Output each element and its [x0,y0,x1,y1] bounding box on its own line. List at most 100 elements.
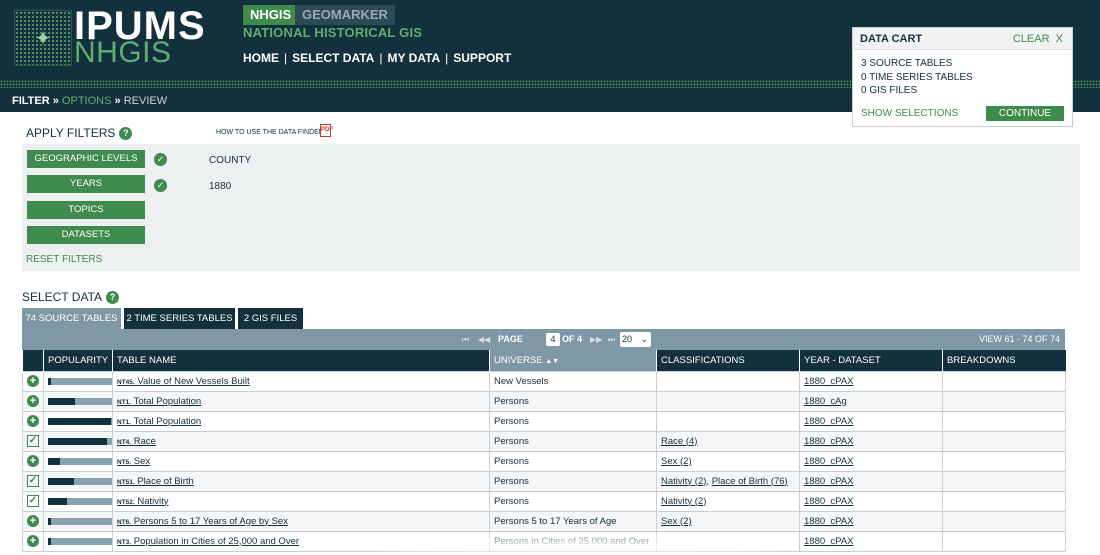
table-name-link[interactable]: NT51. Place of Birth [117,476,194,487]
page-number-input[interactable]: 4 [546,333,560,346]
nav-support[interactable]: SUPPORT [453,51,511,65]
col-breakdowns[interactable]: BREAKDOWNS [942,350,1066,371]
col-universe[interactable]: UNIVERSE ▲▼ [489,350,657,371]
classification-link[interactable]: Place of Birth (76) [712,476,788,487]
cart-time-series: 0 TIME SERIES TABLES [861,71,973,83]
popularity-fill [48,517,52,525]
geographic-levels-button[interactable]: GEOGRAPHIC LEVELS [27,150,145,168]
nav-my-data[interactable]: MY DATA [387,51,440,65]
site-subtitle: NATIONAL HISTORICAL GIS [243,25,423,40]
table-code: NT52. [117,498,135,506]
add-to-cart-icon[interactable]: + [27,455,39,467]
row-action: + [22,370,44,392]
col-popularity[interactable]: POPULARITY [43,350,113,371]
datasets-button[interactable]: DATASETS [27,226,145,244]
table-name-link[interactable]: NT3. Population in Cities of 25,000 and … [117,536,299,547]
table-title: Place of Birth [137,475,194,487]
add-to-cart-icon[interactable]: + [27,375,39,387]
view-range: VIEW 61 - 74 OF 74 [978,334,1060,344]
checked-checkbox-icon[interactable]: ✓ [27,435,39,447]
popularity-cell [43,410,113,432]
table-name-link[interactable]: NT1. Total Population [117,416,201,427]
table-name-link[interactable]: NT5. Sex [117,456,150,467]
crumb-filter[interactable]: FILTER [12,95,50,107]
classification-link[interactable]: Race (4) [661,436,697,447]
cart-summary: 3 SOURCE TABLES 0 TIME SERIES TABLES 0 G… [853,50,1072,98]
crumb-options[interactable]: OPTIONS [62,95,112,107]
scroll-fade [380,535,780,555]
tab-nhgis[interactable]: NHGIS [243,5,299,25]
dataset-link[interactable]: 1880_cPAX [804,436,853,447]
reset-filters-link[interactable]: RESET FILTERS [26,254,102,265]
crumb-review[interactable]: REVIEW [124,95,167,107]
checked-checkbox-icon[interactable]: ✓ [27,495,39,507]
close-icon[interactable]: X [1056,33,1063,45]
help-icon[interactable]: ? [106,291,120,304]
dataset-cell: 1880_cPAX [799,430,943,452]
classification-link[interactable]: Sex (2) [661,456,692,467]
col-year-dataset[interactable]: YEAR - DATASET [799,350,943,371]
dataset-link[interactable]: 1880_cAg [804,396,847,407]
dataset-link[interactable]: 1880_cPAX [804,536,853,547]
table-name-link[interactable]: NT6. Persons 5 to 17 Years of Age by Sex [117,516,288,527]
classification-link[interactable]: Nativity (2) [661,496,706,507]
dataset-link[interactable]: 1880_cPAX [804,496,853,507]
next-page-icon[interactable]: ▶▶ [590,329,602,350]
table-row: + NT1. Total Population Persons 1880_cPAX [22,410,1066,432]
table-title: Persons 5 to 17 Years of Age by Sex [133,515,288,527]
topics-button[interactable]: TOPICS [27,201,145,219]
years-button[interactable]: YEARS [27,175,145,193]
show-selections-link[interactable]: SHOW SELECTIONS [861,108,958,119]
nhgis-logo-text[interactable]: NHGIS [74,36,172,70]
tab-gis-files[interactable]: 2 GIS FILES [238,308,303,329]
tab-time-series-tables[interactable]: 2 TIME SERIES TABLES [124,308,235,329]
table-row: + NT1. Total Population Persons 1880_cAg [22,390,1066,412]
last-page-icon[interactable]: ⏭ [608,329,615,350]
classification-link[interactable]: Nativity (2) [661,476,706,487]
first-page-icon[interactable]: ⏮ [462,329,469,350]
dataset-cell: 1880_cPAX [799,410,943,432]
table-name-link[interactable]: NT4. Race [117,436,156,447]
breakdowns-cell [942,410,1066,432]
pdf-icon[interactable]: PDF [320,124,333,137]
add-to-cart-icon[interactable]: + [27,515,39,527]
table-row: + NT45. Value of New Vessels Built New Ves… [22,370,1066,392]
table-title: Total Population [133,395,202,407]
popularity-cell [43,510,113,532]
tab-source-tables[interactable]: 74 SOURCE TABLES [22,308,121,329]
popularity-bar [48,457,112,465]
help-icon[interactable]: ? [119,127,133,140]
col-classifications[interactable]: CLASSIFICATIONS [656,350,800,371]
breakdowns-cell [942,370,1066,392]
data-finder-help-link[interactable]: HOW TO USE THE DATA FINDER [216,129,324,136]
table-row: ✓ NT52. Nativity Persons Nativity (2) 1880_c… [22,490,1066,512]
col-table-name[interactable]: TABLE NAME [112,350,490,371]
cart-clear-button[interactable]: CLEAR [1013,33,1050,45]
dataset-link[interactable]: 1880_cPAX [804,456,853,467]
tab-geomarker[interactable]: GEOMARKER [295,5,395,25]
table-name-link[interactable]: NT52. Nativity [117,496,169,507]
universe-cell: Persons [489,410,657,432]
dataset-cell: 1880_cAg [799,390,943,412]
popularity-fill [48,377,51,385]
universe-cell: Persons [489,390,657,412]
checked-checkbox-icon[interactable]: ✓ [27,475,39,487]
nav-select-data[interactable]: SELECT DATA [292,51,374,65]
prev-page-icon[interactable]: ◀◀ [478,329,490,350]
add-to-cart-icon[interactable]: + [27,395,39,407]
dataset-link[interactable]: 1880_cPAX [804,476,853,487]
dataset-link[interactable]: 1880_cPAX [804,416,853,427]
continue-button[interactable]: CONTINUE [986,106,1064,121]
add-to-cart-icon[interactable]: + [27,415,39,427]
ipums-logo-mark[interactable]: ✦ [14,10,72,66]
table-name-link[interactable]: NT1. Total Population [117,396,201,407]
table-row: ✓ NT4. Race Persons Race (4) 1880_cPAX [22,430,1066,452]
nav-home[interactable]: HOME [243,51,279,65]
dataset-link[interactable]: 1880_cPAX [804,516,853,527]
classification-link[interactable]: Sex (2) [661,516,692,527]
table-name-link[interactable]: NT45. Value of New Vessels Built [117,376,250,387]
row-action: + [22,390,44,412]
page-size-select[interactable]: 20 ⌄ [620,332,651,347]
add-to-cart-icon[interactable]: + [27,535,39,547]
dataset-link[interactable]: 1880_cPAX [804,376,853,387]
